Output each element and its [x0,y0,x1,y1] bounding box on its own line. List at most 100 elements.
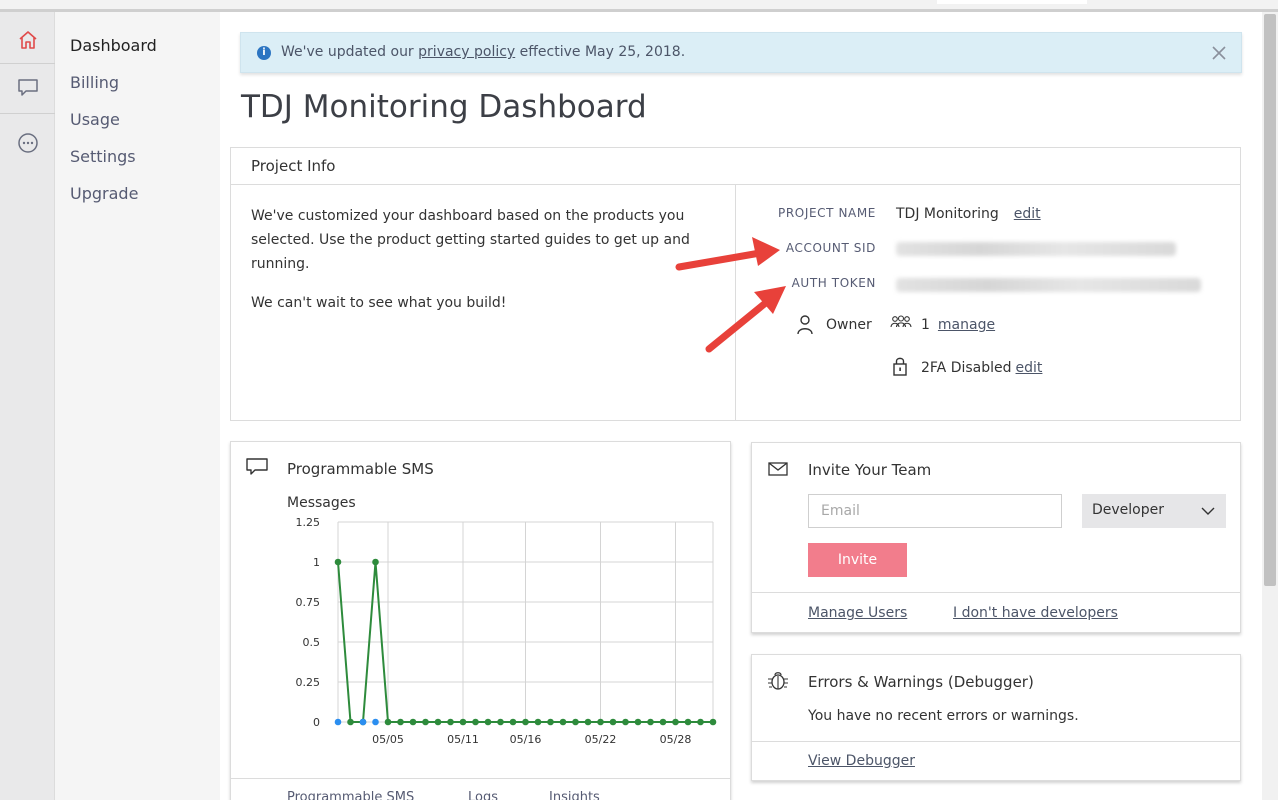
project-info-description: We've customized your dashboard based on… [251,208,690,272]
y-tick-label: 0 [313,716,320,729]
top-bar-box [937,0,1087,4]
bug-icon [768,672,788,690]
sms-panel: Programmable SMS Messages 1.25 1 0.75 0.5 0.… [230,441,731,800]
two-factor-label: 2FA Disabled [921,360,1012,376]
rail-home[interactable] [0,18,55,62]
invite-separator [752,592,1241,593]
project-info-panel: Project Info We've customized your dashb… [230,147,1241,421]
rail-separator [0,63,55,64]
data-point [522,718,529,726]
messages-chart: 1.25 1 0.75 0.5 0.25 0 05/05 05/11 05/16 05/22 05/… [296,516,717,746]
data-point [584,718,592,726]
tab-logs[interactable]: Logs [468,790,498,800]
nav-item-usage[interactable]: Usage [70,110,120,129]
view-debugger-link[interactable]: View Debugger [808,753,915,769]
invite-button[interactable]: Invite [808,543,907,577]
team-icon [890,315,912,328]
y-tick-label: 1.25 [296,516,321,529]
data-point [559,718,567,726]
account-sid-value-blurred [896,242,1176,256]
debugger-title: Errors & Warnings (Debugger) [808,673,1034,691]
data-point [422,718,429,726]
rail-more[interactable] [0,121,55,165]
data-point [597,718,604,726]
tab-programmable-sms[interactable]: Programmable SMS [287,790,414,800]
project-name: TDJ Monitoring [896,206,999,222]
data-point [634,718,642,726]
data-point [359,718,367,726]
two-factor-edit-link[interactable]: edit [1016,360,1043,376]
nav-item-dashboard[interactable]: Dashboard [70,36,157,55]
manage-team-link[interactable]: manage [938,317,995,333]
privacy-policy-link[interactable]: privacy policy [418,44,515,60]
data-point [334,558,342,566]
banner-text: We've updated our privacy policy effecti… [281,44,685,60]
auth-token-value-blurred [896,278,1201,292]
project-name-value: TDJ Monitoring edit [896,206,1041,222]
invite-team-panel: Invite Your Team Developer Invite Manage… [751,442,1241,633]
close-icon[interactable] [1209,43,1229,63]
data-point [534,718,542,726]
envelope-icon [768,462,788,476]
chat-icon [17,79,38,96]
rail-chat[interactable] [0,66,55,110]
project-name-edit-link[interactable]: edit [1014,206,1041,222]
chevron-down-icon [1201,507,1215,515]
browser-top-bar [0,0,1278,12]
project-info-title: Project Info [251,157,336,175]
data-point [609,718,617,726]
lock-icon [893,357,907,376]
data-point [409,718,417,726]
y-tick-label: 0.5 [303,636,321,649]
debugger-message: You have no recent errors or warnings. [808,708,1079,724]
nav-item-settings[interactable]: Settings [70,147,136,166]
role-select[interactable]: Developer [1082,494,1226,528]
manage-users-link[interactable]: Manage Users [808,605,907,621]
data-point [472,718,479,726]
owner-role: Owner [826,317,872,333]
data-point [684,718,692,726]
page-title: TDJ Monitoring Dashboard [241,89,647,125]
data-point [384,718,392,726]
y-tick-label: 0.75 [296,596,321,609]
debugger-panel: Errors & Warnings (Debugger) You have no… [751,654,1241,781]
no-developers-link[interactable]: I don't have developers [953,605,1118,621]
info-icon: i [257,46,271,60]
account-sid-label: ACCOUNT SID [785,241,876,255]
sms-tabs-separator [231,778,731,779]
email-field[interactable] [808,494,1062,528]
privacy-banner: i We've updated our privacy policy effec… [240,32,1242,73]
auth-token-label: AUTH TOKEN [791,276,876,290]
data-point [334,718,342,726]
data-point [484,718,492,726]
rail-separator [0,113,55,114]
role-selected-value: Developer [1092,502,1165,518]
debugger-separator [752,741,1241,742]
data-point [622,718,629,726]
y-tick-label: 1 [313,556,320,569]
x-tick-label: 05/28 [660,733,692,746]
data-point [659,718,667,726]
nav-item-billing[interactable]: Billing [70,73,119,92]
team-members: 1 manage [921,317,995,333]
data-point [709,718,717,726]
more-icon [17,133,38,153]
data-point [372,718,379,726]
data-point [572,718,579,726]
scrollbar-thumb[interactable] [1264,14,1276,586]
project-info-tagline: We can't wait to see what you build! [251,295,507,311]
data-point [647,718,654,726]
tab-insights[interactable]: Insights [549,790,600,800]
y-tick-label: 0.25 [296,676,321,689]
x-tick-label: 05/11 [447,733,479,746]
invite-title: Invite Your Team [808,461,932,479]
team-count: 1 [921,317,930,333]
user-icon [797,315,813,335]
project-name-label: PROJECT NAME [778,206,876,220]
two-factor-status: 2FA Disabled edit [921,360,1042,376]
x-tick-label: 05/22 [585,733,617,746]
data-point [347,718,354,726]
data-point [434,718,442,726]
nav-item-upgrade[interactable]: Upgrade [70,184,138,203]
icon-rail [0,12,55,800]
